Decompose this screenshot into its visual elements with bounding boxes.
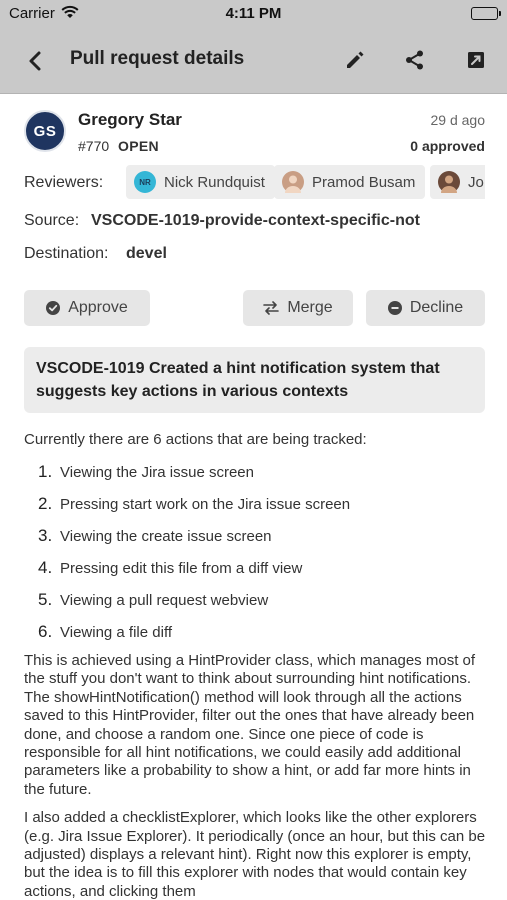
navigation-bar: Pull request details <box>0 28 507 94</box>
reviewer-name: Nick Rundquist <box>164 173 265 191</box>
reviewer-name: Pramod Busam <box>312 173 416 191</box>
edit-pencil-icon[interactable] <box>343 48 367 72</box>
list-item: 6. Viewing a file diff <box>38 622 173 641</box>
approve-button[interactable]: Approve <box>24 290 150 326</box>
list-item: 4. Pressing edit this file from a diff vi… <box>38 558 303 577</box>
author-avatar: GS <box>24 110 66 152</box>
description-paragraph: This is achieved using a HintProvider cl… <box>24 652 476 798</box>
battery-icon <box>471 7 498 20</box>
approval-count: 0 approved <box>410 138 485 154</box>
destination-branch-label: Destination: <box>24 245 109 262</box>
reviewer-chip[interactable]: Jo <box>430 165 485 199</box>
approve-label: Approve <box>68 299 128 316</box>
pr-title: VSCODE-1019 Created a hint notification … <box>24 347 485 413</box>
reviewer-avatar <box>282 171 304 193</box>
reviewer-avatar <box>438 171 460 193</box>
decline-label: Decline <box>409 299 464 316</box>
reviewers-label: Reviewers: <box>24 174 104 191</box>
author-name: Gregory Star <box>78 110 182 129</box>
list-item: 3. Viewing the create issue screen <box>38 526 272 545</box>
reviewer-avatar: NR <box>134 171 156 193</box>
swap-arrows-icon <box>263 301 280 315</box>
check-circle-icon <box>46 301 61 315</box>
source-branch-label: Source: <box>24 212 80 229</box>
list-item: 5. Viewing a pull request webview <box>38 590 269 609</box>
merge-button[interactable]: Merge <box>243 290 353 326</box>
description-intro: Currently there are 6 actions that are b… <box>24 431 367 448</box>
open-external-icon[interactable] <box>464 48 488 72</box>
pr-number: #770 <box>78 138 110 154</box>
battery-tip <box>499 11 501 16</box>
reviewer-chip[interactable]: Pramod Busam <box>274 165 426 199</box>
clock: 4:11 PM <box>225 5 282 22</box>
reviewer-chip[interactable]: NR Nick Rundquist <box>126 165 275 199</box>
tracked-actions-list: 1. Viewing the Jira issue screen 2. Pressi… <box>24 456 494 648</box>
merge-label: Merge <box>287 299 333 316</box>
minus-circle-icon <box>387 301 402 315</box>
status-bar: Carrier 4:11 PM <box>0 0 507 28</box>
pr-description: Currently there are 6 actions that are b… <box>24 430 494 900</box>
back-arrow-icon[interactable] <box>22 48 48 74</box>
decline-button[interactable]: Decline <box>366 290 485 326</box>
pr-status-badge: OPEN <box>118 138 159 154</box>
list-item: 2. Pressing start work on the Jira issue … <box>38 494 351 513</box>
reviewers-list[interactable]: NR Nick Rundquist Pramod Busam Jo <box>118 165 485 201</box>
description-paragraph: I also added a checklistExplorer, which … <box>24 809 486 900</box>
destination-branch: devel <box>126 245 167 262</box>
list-item: 1. Viewing the Jira issue screen <box>38 462 254 481</box>
share-icon[interactable] <box>403 48 427 72</box>
reviewer-name: Jo <box>468 173 484 191</box>
page-title: Pull request details <box>70 48 245 69</box>
source-branch: VSCODE-1019-provide-context-specific-not <box>91 212 420 229</box>
pr-age: 29 d ago <box>430 112 486 128</box>
